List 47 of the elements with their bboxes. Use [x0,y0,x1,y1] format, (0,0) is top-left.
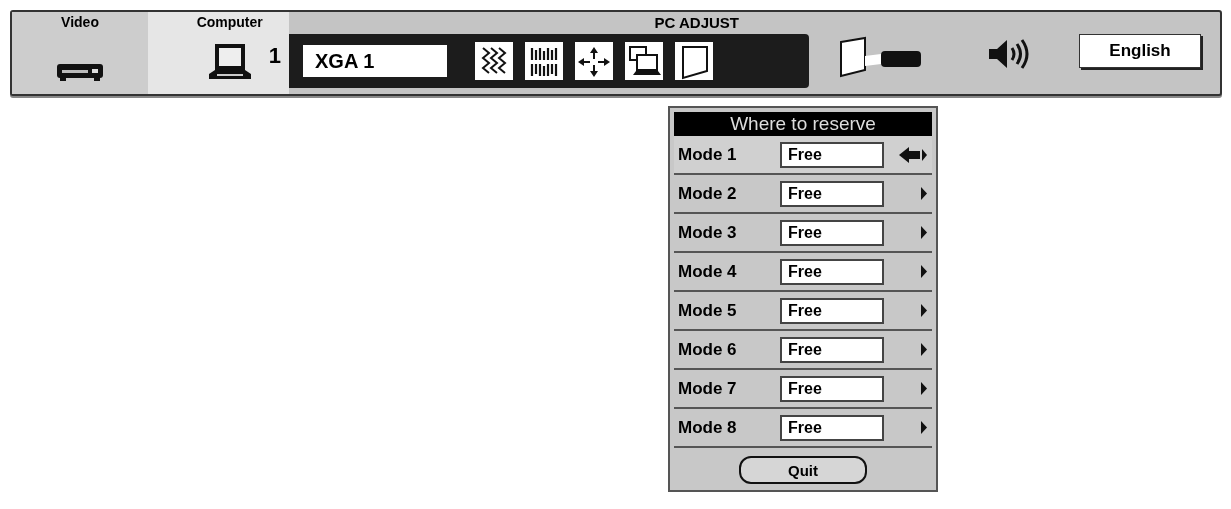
right-triangle-icon [921,304,927,317]
mode-row[interactable]: Mode 1 Free [674,136,932,175]
tab[interactable]: Video [12,12,148,94]
mode-value-field: Free [780,297,884,324]
mode-field[interactable]: XGA 1 [303,45,447,77]
tab-label: Video [61,14,99,30]
mode-value-field: Free [780,375,884,402]
quit-button[interactable]: Quit [739,456,867,484]
mode-label: Mode 7 [678,378,738,399]
right-triangle-icon [921,421,927,434]
mode-label: Mode 3 [678,222,738,243]
input-number: 1 [268,43,281,69]
right-triangle-icon [921,382,927,395]
right-triangle-icon [921,265,927,278]
bars-icon[interactable] [525,42,563,80]
mode-value-field: Free [780,336,884,363]
mode-label: Mode 2 [678,183,738,204]
tab-label: Computer [196,14,263,30]
mode-label: Mode 5 [678,300,738,321]
mode-value-field: Free [780,219,884,246]
left-right-arrow-icon [898,145,928,164]
mode-label: Mode 1 [678,144,738,165]
mode-row[interactable]: Mode 7 Free [674,370,932,409]
mode-value-field: Free [780,258,884,285]
mode-value-field: Free [780,414,884,441]
mode-row[interactable]: Mode 4 Free [674,253,932,292]
mode-row[interactable]: Mode 5 Free [674,292,932,331]
panel-title: PC ADJUST [654,13,739,33]
mode-label: Mode 6 [678,339,738,360]
right-triangle-icon [921,343,927,356]
mode-value-field: Free [780,180,884,207]
wave-icon[interactable] [475,42,513,80]
mode-row[interactable]: Mode 6 Free [674,331,932,370]
language-button[interactable]: English [1079,34,1201,68]
mode-value-field: Free [780,141,884,168]
right-triangle-icon [921,226,927,239]
dialog-title: Where to reserve [674,112,932,136]
mode-row[interactable]: Mode 3 Free [674,214,932,253]
move-arrows-icon[interactable] [575,42,613,80]
windows-icon[interactable] [625,42,663,80]
mode-label: Mode 4 [678,261,738,282]
tab[interactable]: Computer 1 [148,12,289,94]
mode-row[interactable]: Mode 8 Free [674,409,932,448]
mode-label: Mode 8 [678,417,738,438]
page-icon[interactable] [675,42,713,80]
right-triangle-icon [921,187,927,200]
mode-row[interactable]: Mode 2 Free [674,175,932,214]
